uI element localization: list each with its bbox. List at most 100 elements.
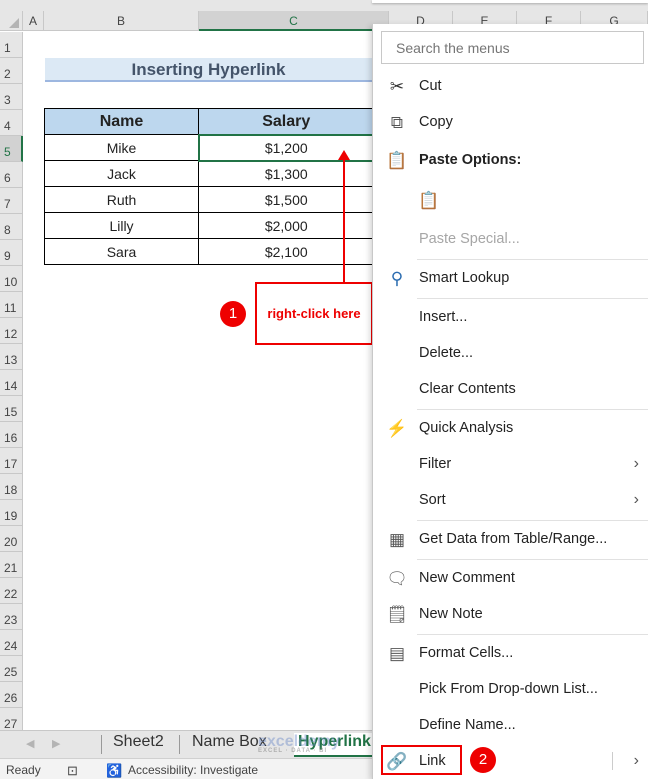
quick-analysis-icon: ⚡ [386,419,408,438]
menu-item-copy[interactable]: ⧉ Copy [373,106,648,140]
menu-item-get-data[interactable]: ▦ Get Data from Table/Range... [373,523,648,557]
new-comment-icon: 🗨 [386,569,408,588]
menu-label: Insert... [419,309,468,325]
table-row: Lilly $2,000 [44,212,374,239]
context-menu: ✂ Cut ⧉ Copy 📋 Paste Options: 📋 Paste Sp… [372,24,648,779]
menu-label: Smart Lookup [419,270,510,286]
menu-label: New Comment [419,570,515,586]
sheet-title[interactable]: Inserting Hyperlink [45,58,372,82]
link-split-divider [612,752,613,770]
step-badge-2: 2 [470,747,496,773]
cell-name[interactable]: Jack [44,160,199,187]
macro-recorder-icon[interactable]: ⊡ [67,763,78,779]
header-salary[interactable]: Salary [198,108,374,135]
column-header-c[interactable]: C [199,11,389,31]
menu-separator [417,409,648,410]
accessibility-icon[interactable]: ♿ [106,763,122,779]
row-header-7[interactable]: 7 [0,188,23,214]
menu-item-insert[interactable]: Insert... [373,301,648,335]
row-header-22[interactable]: 22 [0,578,23,604]
row-header-15[interactable]: 15 [0,396,23,422]
menu-item-format-cells[interactable]: ▤ Format Cells... [373,637,648,671]
row-header-4[interactable]: 4 [0,110,23,136]
paste-button[interactable]: 📋 [373,184,648,218]
new-note-icon: 🗒 [386,605,408,624]
step-badge-1: 1 [220,301,246,327]
header-name[interactable]: Name [44,108,199,135]
menu-item-sort[interactable]: Sort › [373,484,648,518]
cell-salary[interactable]: $2,000 [198,212,374,239]
row-header-10[interactable]: 10 [0,266,23,292]
row-header-11[interactable]: 11 [0,292,23,318]
callout-right-click: right-click here [255,282,373,345]
menu-search-input[interactable] [381,31,644,64]
tab-scroll-left-icon[interactable]: ◀ [26,737,34,750]
cell-salary[interactable]: $2,100 [198,238,374,265]
row-header-13[interactable]: 13 [0,344,23,370]
menu-item-filter[interactable]: Filter › [373,448,648,482]
row-header-12[interactable]: 12 [0,318,23,344]
row-header-21[interactable]: 21 [0,552,23,578]
menu-item-cut[interactable]: ✂ Cut [373,70,648,104]
column-header-b[interactable]: B [44,11,199,31]
sheet-tab-sheet2[interactable]: Sheet2 [113,733,164,751]
column-header-a[interactable]: A [23,11,44,31]
menu-item-new-comment[interactable]: 🗨 New Comment [373,562,648,596]
menu-separator [417,298,648,299]
cell-name[interactable]: Sara [44,238,199,265]
chevron-right-icon: › [633,491,639,508]
paste-icon: 📋 [418,191,440,210]
menu-label: Define Name... [419,717,516,733]
menu-label: Get Data from Table/Range... [419,531,608,547]
row-header-18[interactable]: 18 [0,474,23,500]
row-header-3[interactable]: 3 [0,84,23,110]
row-header-16[interactable]: 16 [0,422,23,448]
accessibility-status[interactable]: Accessibility: Investigate [128,763,258,777]
cell-name[interactable]: Lilly [44,212,199,239]
row-header-1[interactable]: 1 [0,32,23,58]
ribbon-edge [0,0,648,11]
row-header-20[interactable]: 20 [0,526,23,552]
row-header-23[interactable]: 23 [0,604,23,630]
menu-item-new-note[interactable]: 🗒 New Note [373,598,648,632]
chevron-right-icon[interactable]: › [634,752,639,770]
menu-label: Copy [419,114,453,130]
menu-separator [417,520,648,521]
cell-name[interactable]: Mike [44,134,199,161]
row-header-14[interactable]: 14 [0,370,23,396]
select-all-button[interactable] [0,11,23,31]
watermark-logo: exceldemy EXCEL · DATA · BI [258,733,340,754]
menu-item-paste-special[interactable]: Paste Special... [373,223,648,257]
menu-item-smart-lookup[interactable]: ⚲ Smart Lookup [373,262,648,296]
row-header-9[interactable]: 9 [0,240,23,266]
row-header-24[interactable]: 24 [0,630,23,656]
table-icon: ▦ [388,530,406,549]
row-header-26[interactable]: 26 [0,682,23,708]
table-row: Mike $1,200 [44,133,375,162]
row-header-17[interactable]: 17 [0,448,23,474]
menu-item-delete[interactable]: Delete... [373,337,648,371]
menu-item-clear-contents[interactable]: Clear Contents [373,373,648,407]
menu-label: New Note [419,606,483,622]
row-header-25[interactable]: 25 [0,656,23,682]
menu-item-define-name[interactable]: Define Name... [373,709,648,743]
row-header-6[interactable]: 6 [0,162,23,188]
menu-label: Pick From Drop-down List... [419,681,598,697]
menu-label: Paste Special... [419,231,520,247]
annotation-arrow-line [343,156,345,282]
cell-salary[interactable]: $1,500 [198,186,374,213]
cell-name[interactable]: Ruth [44,186,199,213]
menu-label: Format Cells... [419,645,514,661]
copy-icon: ⧉ [390,113,404,132]
menu-label: Paste Options: [419,152,522,168]
cell-salary[interactable]: $1,300 [198,160,374,187]
annotation-arrow-head [338,150,350,160]
menu-item-quick-analysis[interactable]: ⚡ Quick Analysis [373,412,648,446]
row-header-8[interactable]: 8 [0,214,23,240]
row-header-19[interactable]: 19 [0,500,23,526]
row-header-5[interactable]: 5 [0,136,23,162]
tab-scroll-right-icon[interactable]: ▶ [52,737,60,750]
sheet-tab-name-box[interactable]: Name Box [192,733,267,751]
menu-item-pick-from-list[interactable]: Pick From Drop-down List... [373,673,648,707]
row-header-2[interactable]: 2 [0,58,23,84]
